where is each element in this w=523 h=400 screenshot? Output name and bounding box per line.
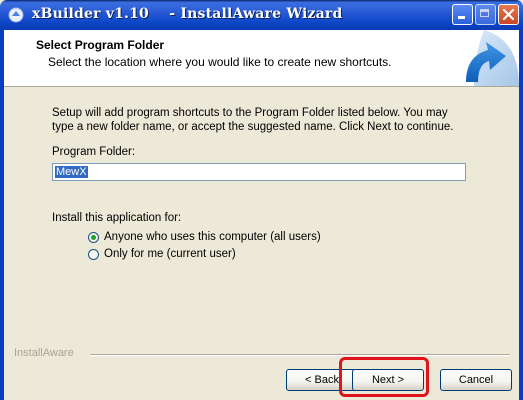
wizard-header: Select Program Folder Select the locatio… bbox=[4, 30, 519, 87]
close-icon bbox=[502, 8, 515, 21]
window-border-right bbox=[519, 30, 523, 400]
installaware-brand: InstallAware bbox=[14, 347, 74, 359]
program-folder-label: Program Folder: bbox=[52, 146, 136, 158]
page-title: Select Program Folder bbox=[36, 38, 165, 52]
radio-all-users[interactable]: Anyone who uses this computer (all users… bbox=[88, 229, 321, 245]
footer-divider bbox=[90, 354, 510, 356]
installer-window: xBuilder v1.10 - InstallAware Wizard Sel… bbox=[0, 0, 523, 400]
app-icon bbox=[8, 7, 24, 23]
cancel-button[interactable]: Cancel bbox=[440, 369, 512, 391]
wizard-graphic-icon bbox=[466, 30, 519, 86]
page-subtitle: Select the location where you would like… bbox=[48, 55, 392, 69]
radio-button-selected[interactable] bbox=[88, 231, 99, 243]
radio-current-user-label: Only for me (current user) bbox=[104, 248, 236, 260]
next-button-highlight bbox=[339, 357, 429, 397]
program-folder-value: MewX bbox=[55, 166, 88, 178]
description-text: Setup will add program shortcuts to the … bbox=[52, 107, 454, 133]
minimize-button[interactable] bbox=[452, 4, 473, 25]
radio-button-unselected[interactable] bbox=[88, 248, 99, 260]
program-folder-input[interactable]: MewX bbox=[52, 163, 466, 181]
radio-current-user[interactable]: Only for me (current user) bbox=[88, 246, 236, 262]
radio-all-users-label: Anyone who uses this computer (all users… bbox=[104, 231, 321, 243]
close-button[interactable] bbox=[498, 4, 519, 25]
title-bar[interactable]: xBuilder v1.10 - InstallAware Wizard bbox=[0, 0, 523, 30]
maximize-button[interactable] bbox=[475, 4, 496, 25]
install-for-label: Install this application for: bbox=[52, 212, 182, 224]
window-title: xBuilder v1.10 - InstallAware Wizard bbox=[32, 6, 343, 22]
